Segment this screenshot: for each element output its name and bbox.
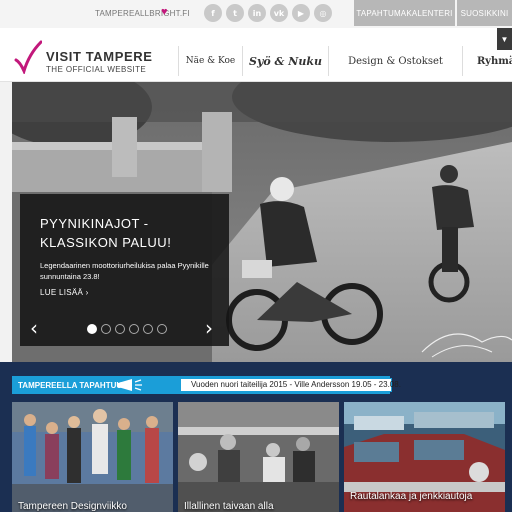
brand-name[interactable]: VISIT TAMPERE — [46, 49, 153, 64]
events-ticker[interactable]: Vuoden nuori taiteilija 2015 - Ville And… — [180, 378, 401, 392]
event-calendar-button[interactable]: TAPAHTUMAKALENTERI — [354, 0, 455, 26]
hero-caption: PYYNIKINAJOT - KLASSIKON PALUU! Legendaa… — [20, 194, 229, 346]
slider-dot[interactable] — [143, 324, 153, 334]
linkedin-icon[interactable]: in — [248, 4, 266, 22]
checkmark-logo-icon[interactable] — [14, 40, 42, 74]
slider-dot[interactable] — [101, 324, 111, 334]
main-nav: Näe & Koe Syö & Nuku Design & Ostokset R… — [178, 46, 512, 76]
site-link[interactable]: TAMPEREALLBRIGHT.FI — [95, 9, 190, 18]
event-cards: Tampereen Designviikko Illallinen taivaa… — [12, 402, 505, 512]
nav-item-design-shopping[interactable]: Design & Ostokset — [328, 46, 462, 76]
nav-item-groups[interactable]: Ryhmät — [462, 46, 512, 76]
event-photo — [178, 402, 339, 512]
megaphone-icon — [118, 379, 142, 391]
hero-text: Legendaarinen moottoriurheilukisa palaa … — [40, 261, 209, 281]
events-label[interactable]: TAMPEREELLA TAPAHTUU — [18, 381, 122, 390]
slider-dot[interactable] — [87, 324, 97, 334]
event-photo — [12, 402, 173, 512]
facebook-icon[interactable]: f — [204, 4, 222, 22]
nav-item-see-experience[interactable]: Näe & Koe — [178, 46, 242, 76]
nav-item-eat-sleep[interactable]: Syö & Nuku — [242, 46, 328, 76]
chevron-right-icon[interactable]: › — [205, 318, 213, 338]
heart-icon[interactable]: ♥ — [161, 6, 168, 18]
slider-dot[interactable] — [129, 324, 139, 334]
favorites-button[interactable]: SUOSIKKINI — [457, 0, 512, 26]
brand-tagline: THE OFFICIAL WEBSITE — [46, 65, 147, 74]
event-card-dinner[interactable]: Illallinen taivaan alla — [178, 402, 339, 512]
event-card-design-week[interactable]: Tampereen Designviikko — [12, 402, 173, 512]
chevron-left-icon[interactable]: ‹ — [30, 318, 38, 338]
site-header: VISIT TAMPERE THE OFFICIAL WEBSITE Näe &… — [0, 28, 512, 82]
twitter-icon[interactable]: t — [226, 4, 244, 22]
slider-dot[interactable] — [157, 324, 167, 334]
events-bar: TAMPEREELLA TAPAHTUU Vuoden nuori taitei… — [12, 376, 401, 394]
youtube-icon[interactable]: ▶ — [292, 4, 310, 22]
social-links: f t in vk ▶ ◎ — [204, 4, 332, 22]
vk-icon[interactable]: vk — [270, 4, 288, 22]
instagram-icon[interactable]: ◎ — [314, 4, 332, 22]
hero-title[interactable]: PYYNIKINAJOT - KLASSIKON PALUU! — [40, 214, 220, 252]
slider-dot[interactable] — [115, 324, 125, 334]
slider-dots — [87, 324, 167, 334]
top-bar: TAMPEREALLBRIGHT.FI ♥ f t in vk ▶ ◎ TAPA… — [0, 0, 512, 28]
read-more-link[interactable]: LUE LISÄÄ › — [40, 288, 89, 297]
event-card-title: Illallinen taivaan alla — [184, 501, 274, 512]
hero-slider: PYYNIKINAJOT - KLASSIKON PALUU! Legendaa… — [12, 82, 512, 362]
event-card-title: Tampereen Designviikko — [18, 501, 127, 512]
event-card-title: Rautalankaa ja jenkkiautoja — [350, 491, 473, 502]
events-section: TAMPEREELLA TAPAHTUU Vuoden nuori taitei… — [0, 362, 512, 512]
chevron-down-icon[interactable]: ▼ — [497, 28, 512, 50]
event-card-cars[interactable]: Rautalankaa ja jenkkiautoja — [344, 402, 505, 512]
